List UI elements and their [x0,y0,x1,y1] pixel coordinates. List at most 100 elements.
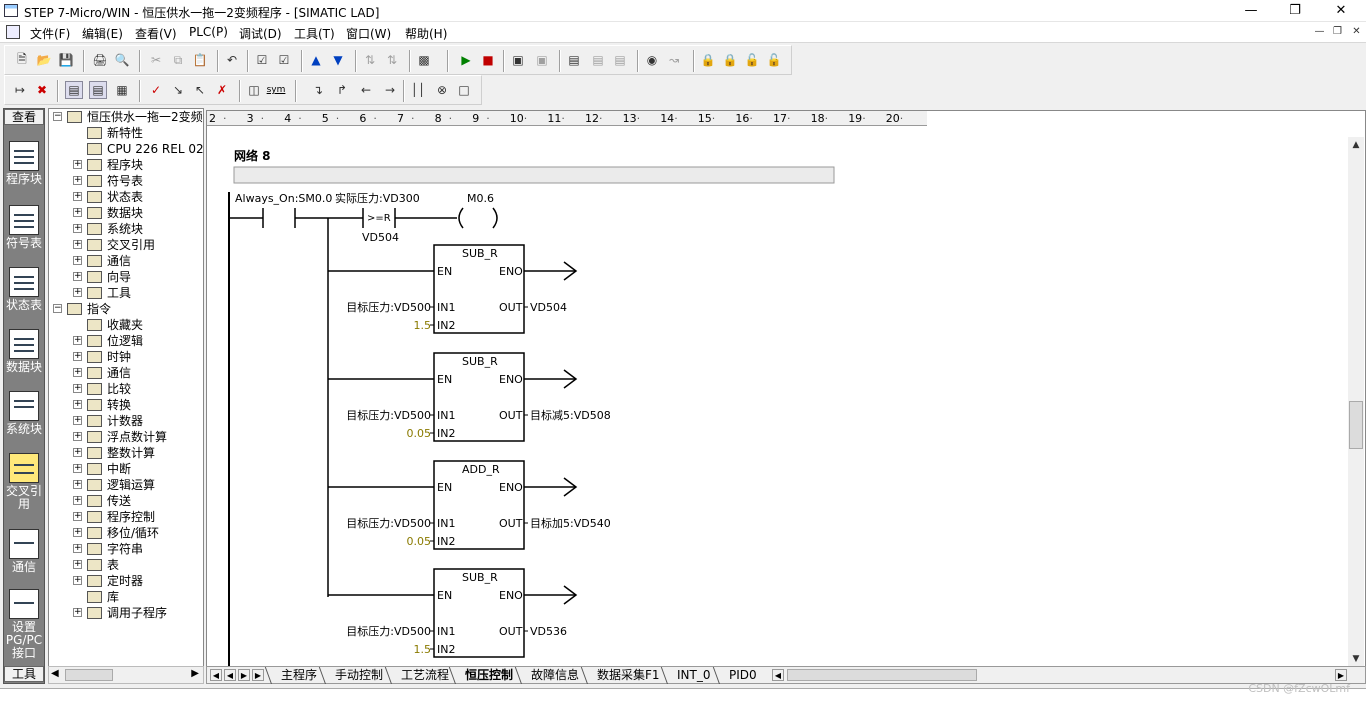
menu-plc[interactable]: PLC(P) [189,25,228,39]
toggle-pou-comments-icon[interactable]: ▤ [65,81,83,99]
expand-icon[interactable]: + [73,192,82,201]
insert-network-icon[interactable]: ↦ [11,81,29,99]
nav-data-block[interactable]: 数据块 [4,329,44,374]
tab-5[interactable]: 数据采集F1 [587,667,660,684]
next-tab-icon[interactable]: ▶ [238,669,250,681]
mdi-minimize-icon[interactable]: — [1312,25,1327,39]
nav-header[interactable]: 查看 [4,109,44,125]
collapse-icon[interactable]: − [53,112,62,121]
menu-edit[interactable]: 编辑(E) [82,25,123,42]
read-forced-icon[interactable]: 🔓 [765,51,783,69]
expand-icon[interactable]: + [73,416,82,425]
find-icon[interactable]: ◉ [643,51,661,69]
restore-icon[interactable]: ❐ [1284,2,1306,20]
scroll-thumb[interactable] [1349,401,1363,449]
cut-icon[interactable]: ✂ [147,51,165,69]
expand-icon[interactable]: + [73,224,82,233]
editor-vertical-scrollbar[interactable]: ▲ ▼ [1348,137,1364,667]
prev-tab-icon[interactable]: ◀ [224,669,236,681]
nav-set-pg-pc-interface[interactable]: 设置PG/PC接口 [4,589,44,660]
tab-3[interactable]: 恒压控制 [455,667,513,684]
force-icon[interactable]: 🔒 [699,51,717,69]
tab-scroll-left-icon[interactable]: ◀ [772,669,784,681]
line-left-icon[interactable]: ← [357,81,375,99]
last-tab-icon[interactable]: ▶ [252,669,264,681]
apply-symbols-icon[interactable]: ◫ [245,81,263,99]
stop-icon[interactable]: ■ [479,51,497,69]
open-icon[interactable]: 📂 [35,51,53,69]
collapse-icon[interactable]: − [53,304,62,313]
minimize-icon[interactable]: — [1240,2,1262,20]
nav-communication[interactable]: 通信 [4,529,44,574]
tab-1[interactable]: 手动控制 [325,667,383,684]
tab-0[interactable]: 主程序 [271,667,317,684]
document-icon[interactable] [6,25,20,39]
expand-icon[interactable]: + [73,208,82,217]
unforce-all-icon[interactable]: 🔓 [743,51,761,69]
expand-icon[interactable]: + [73,464,82,473]
ladder-canvas[interactable]: 网络 8 Always_On:SM0.0 >=R 实际压力:VD300 VD50… [207,137,1350,667]
sort-ascending-icon[interactable]: ⇅ [361,51,379,69]
close-icon[interactable]: ✕ [1330,2,1352,20]
tab-scroll-right-icon[interactable]: ▶ [1335,669,1347,681]
expand-icon[interactable]: + [73,240,82,249]
expand-icon[interactable]: + [73,176,82,185]
expand-icon[interactable]: + [73,352,82,361]
compile-all-icon[interactable]: ☑ [275,51,293,69]
expand-icon[interactable]: + [73,448,82,457]
expand-icon[interactable]: + [73,336,82,345]
sort-descending-icon[interactable]: ⇅ [383,51,401,69]
pause-status-icon[interactable]: ▣ [533,51,551,69]
menu-tools[interactable]: 工具(T) [294,25,335,42]
download-icon[interactable]: ▼ [329,51,347,69]
expand-icon[interactable]: + [73,384,82,393]
line-right-icon[interactable]: → [381,81,399,99]
chart-status-icon[interactable]: ▤ [565,51,583,69]
network-comment-box[interactable] [233,166,835,184]
delete-network-icon[interactable]: ✖ [33,81,51,99]
coil-icon[interactable]: ⊗ [433,81,451,99]
menu-help[interactable]: 帮助(H) [405,25,447,42]
write-all-icon[interactable]: ▤ [611,51,629,69]
expand-icon[interactable]: + [73,544,82,553]
toggle-bookmark-icon[interactable]: ✓ [147,81,165,99]
unforce-icon[interactable]: 🔒 [721,51,739,69]
expand-icon[interactable]: + [73,512,82,521]
line-down-icon[interactable]: ↴ [309,81,327,99]
single-read-icon[interactable]: ▤ [589,51,607,69]
toggle-network-comments-icon[interactable]: ▤ [89,81,107,99]
tab-scroll-thumb[interactable] [787,669,977,681]
menu-file[interactable]: 文件(F) [30,25,70,42]
expand-icon[interactable]: + [73,528,82,537]
nav-footer-tools[interactable]: 工具 [4,666,44,682]
nav-system-block[interactable]: 系统块 [4,391,44,436]
menu-debug[interactable]: 调试(D) [239,25,282,42]
mdi-close-icon[interactable]: ✕ [1349,25,1364,39]
expand-icon[interactable]: + [73,272,82,281]
expand-icon[interactable]: + [73,480,82,489]
program-status-icon[interactable]: ▣ [509,51,527,69]
print-preview-icon[interactable]: 🔍 [113,51,131,69]
expand-icon[interactable]: + [73,160,82,169]
nav-symbol-table[interactable]: 符号表 [4,205,44,250]
remove-bookmarks-icon[interactable]: ✗ [213,81,231,99]
copy-icon[interactable]: ⧉ [169,51,187,69]
nav-status-table[interactable]: 状态表 [4,267,44,312]
expand-icon[interactable]: + [73,256,82,265]
expand-icon[interactable]: + [73,368,82,377]
line-up-icon[interactable]: ↱ [333,81,351,99]
undo-icon[interactable]: ↶ [223,51,241,69]
first-tab-icon[interactable]: ◀ [210,669,222,681]
paste-icon[interactable]: 📋 [191,51,209,69]
nav-cross-reference[interactable]: 交叉引用 [4,453,44,511]
scroll-right-icon[interactable]: ▶ [191,668,199,679]
upload-icon[interactable]: ▲ [307,51,325,69]
toggle-symbol-info-icon[interactable]: ▦ [113,81,131,99]
options-icon[interactable]: ▩ [415,51,433,69]
tab-6[interactable]: INT_0 [667,667,710,684]
nav-program-block[interactable]: 程序块 [4,141,44,186]
save-all-icon[interactable]: 💾 [57,51,75,69]
contact-icon[interactable]: ││ [409,81,427,99]
expand-icon[interactable]: + [73,432,82,441]
menu-view[interactable]: 查看(V) [135,25,177,42]
